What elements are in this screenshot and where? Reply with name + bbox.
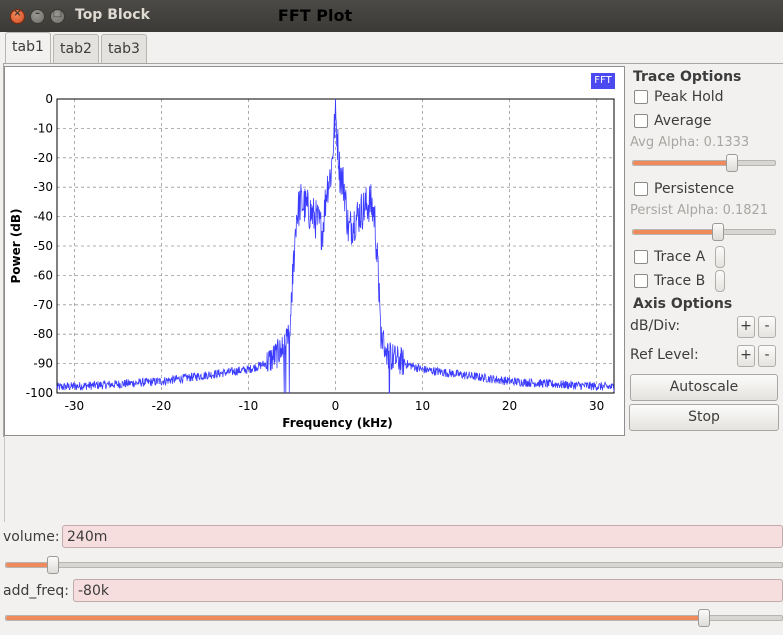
peak-hold-box[interactable] [634, 90, 648, 104]
trace-options-title: Trace Options [633, 69, 742, 85]
peak-hold-label: Peak Hold [654, 89, 724, 105]
y-tick-label: 0 [45, 92, 53, 106]
persist-alpha-fill [633, 230, 719, 234]
x-tick-label: -20 [152, 399, 172, 413]
add-freq-knob[interactable] [698, 609, 711, 627]
avg-alpha-slider[interactable] [632, 160, 776, 166]
volume-label: volume: [3, 529, 60, 545]
volume-slider[interactable] [5, 562, 783, 568]
db-div-minus-button[interactable]: - [758, 316, 776, 338]
add-freq-entry[interactable]: -80k [73, 579, 783, 602]
y-axis-label: Power (dB) [9, 208, 23, 283]
autoscale-button[interactable]: Autoscale [630, 374, 778, 401]
x-tick-label: -10 [239, 399, 259, 413]
add-freq-label: add_freq: [3, 583, 69, 599]
ref-level-minus-button[interactable]: - [758, 345, 776, 367]
y-tick-label: -90 [33, 357, 53, 371]
trace-b-color-button[interactable] [715, 270, 725, 292]
y-tick-label: -70 [33, 298, 53, 312]
x-tick-label: -30 [65, 399, 85, 413]
x-axis-label: Frequency (kHz) [282, 416, 392, 430]
x-tick-label: 0 [332, 399, 340, 413]
trace-a-color-button[interactable] [715, 246, 725, 268]
y-tick-label: -50 [33, 239, 53, 253]
x-tick-label: 30 [589, 399, 604, 413]
db-div-plus-button[interactable]: + [737, 316, 755, 338]
persistence-box[interactable] [634, 182, 648, 196]
persist-alpha-knob[interactable] [712, 223, 725, 241]
persistence-label: Persistence [654, 181, 735, 197]
volume-knob[interactable] [46, 556, 59, 574]
x-tick-label: 20 [502, 399, 517, 413]
trace-b-label: Trace B [654, 273, 706, 289]
persist-alpha-label: Persist Alpha: 0.1821 [630, 203, 769, 218]
trace-a-box[interactable] [634, 250, 648, 264]
trace-b-box[interactable] [634, 274, 648, 288]
trace-a-label: Trace A [654, 249, 706, 265]
avg-alpha-label: Avg Alpha: 0.1333 [630, 135, 750, 150]
y-tick-label: -40 [33, 210, 53, 224]
ref-level-plus-button[interactable]: + [737, 345, 755, 367]
y-tick-label: -20 [33, 151, 53, 165]
average-box[interactable] [634, 114, 648, 128]
add-freq-fill [6, 616, 705, 620]
y-tick-label: -60 [33, 268, 53, 282]
db-div-label: dB/Div: [630, 318, 681, 334]
x-tick-label: 10 [415, 399, 430, 413]
empty-panel [4, 436, 783, 522]
volume-entry[interactable]: 240m [62, 525, 783, 548]
avg-alpha-knob[interactable] [726, 154, 739, 172]
avg-alpha-fill [633, 161, 733, 165]
ref-level-label: Ref Level: [630, 347, 699, 363]
y-tick-label: -100 [26, 386, 53, 400]
add-freq-slider[interactable] [5, 615, 783, 621]
app-window: × – □ Top Block tab1 tab2 tab3 FFT Plot … [0, 0, 783, 635]
y-tick-label: -30 [33, 180, 53, 194]
persist-alpha-slider[interactable] [632, 229, 776, 235]
y-tick-label: -80 [33, 327, 53, 341]
axis-options-title: Axis Options [633, 296, 733, 312]
stop-button[interactable]: Stop [629, 404, 779, 431]
average-label: Average [654, 113, 712, 129]
volume-fill [6, 563, 53, 567]
y-tick-label: -10 [33, 121, 53, 135]
